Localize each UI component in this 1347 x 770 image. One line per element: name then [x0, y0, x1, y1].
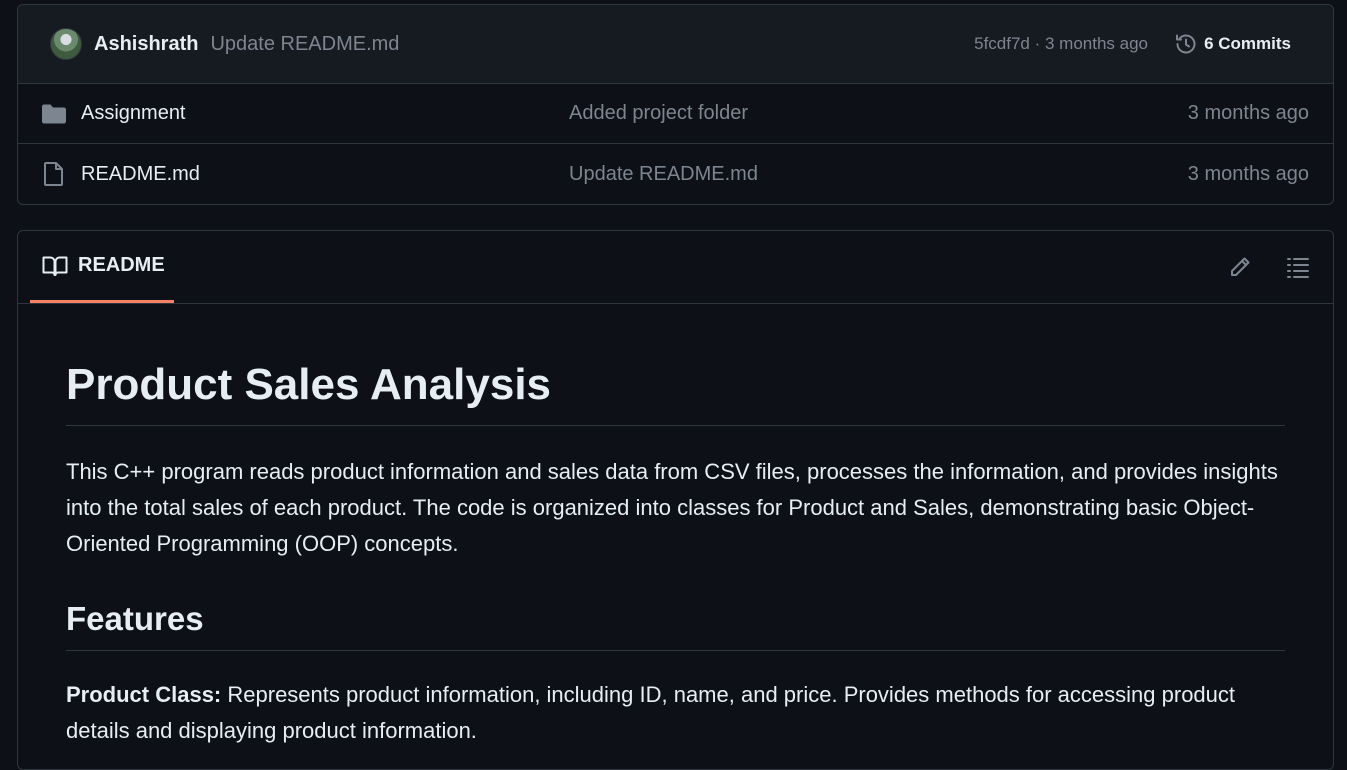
list-icon: [1287, 258, 1309, 278]
commit-author-link[interactable]: Ashishrath: [94, 33, 198, 56]
file-age: 3 months ago: [1187, 162, 1309, 185]
file-commit-message-link[interactable]: Added project folder: [569, 102, 748, 125]
commits-count-label: 6 Commits: [1204, 34, 1291, 53]
readme-intro: This C++ program reads product informati…: [66, 458, 1278, 556]
latest-commit-bar: Ashishrath Update README.md 5fcdf7d · 3 …: [18, 5, 1333, 84]
folder-icon: [41, 101, 67, 127]
tab-readme[interactable]: README: [30, 231, 174, 303]
pencil-icon: [1231, 257, 1250, 276]
history-icon: [1176, 34, 1196, 54]
file-name-link[interactable]: Assignment: [81, 102, 186, 125]
file-commit-message-link[interactable]: Update README.md: [569, 163, 758, 186]
feature-product-class: Product Class: Represents product inform…: [66, 677, 1285, 749]
file-browser: Ashishrath Update README.md 5fcdf7d · 3 …: [17, 4, 1334, 205]
features-heading: Features: [66, 600, 1285, 651]
commits-history-link[interactable]: 6 Commits: [1174, 32, 1291, 56]
readme-title: Product Sales Analysis: [66, 360, 1285, 426]
file-age: 3 months ago: [1187, 102, 1309, 124]
feature-label: Product Class:: [66, 681, 222, 707]
readme-panel: README Product Sales Analysis This C++ p…: [17, 230, 1334, 770]
outline-button[interactable]: [1284, 253, 1312, 281]
commit-message-link[interactable]: Update README.md: [210, 33, 399, 56]
file-name-link[interactable]: README.md: [81, 163, 200, 186]
book-icon: [42, 256, 68, 276]
file-icon: [41, 161, 67, 187]
readme-tab-label: README: [78, 254, 165, 276]
readme-content: Product Sales Analysis This C++ program …: [18, 360, 1333, 749]
file-row-readme[interactable]: README.md Update README.md 3 months ago: [18, 144, 1333, 204]
file-row-assignment[interactable]: Assignment Added project folder 3 months…: [18, 84, 1333, 144]
commit-hash-time[interactable]: 5fcdf7d · 3 months ago: [974, 34, 1148, 54]
readme-header: README: [18, 231, 1333, 304]
edit-readme-button[interactable]: [1226, 253, 1254, 281]
author-avatar[interactable]: [50, 28, 82, 60]
feature-text: Represents product information, includin…: [66, 681, 1236, 743]
